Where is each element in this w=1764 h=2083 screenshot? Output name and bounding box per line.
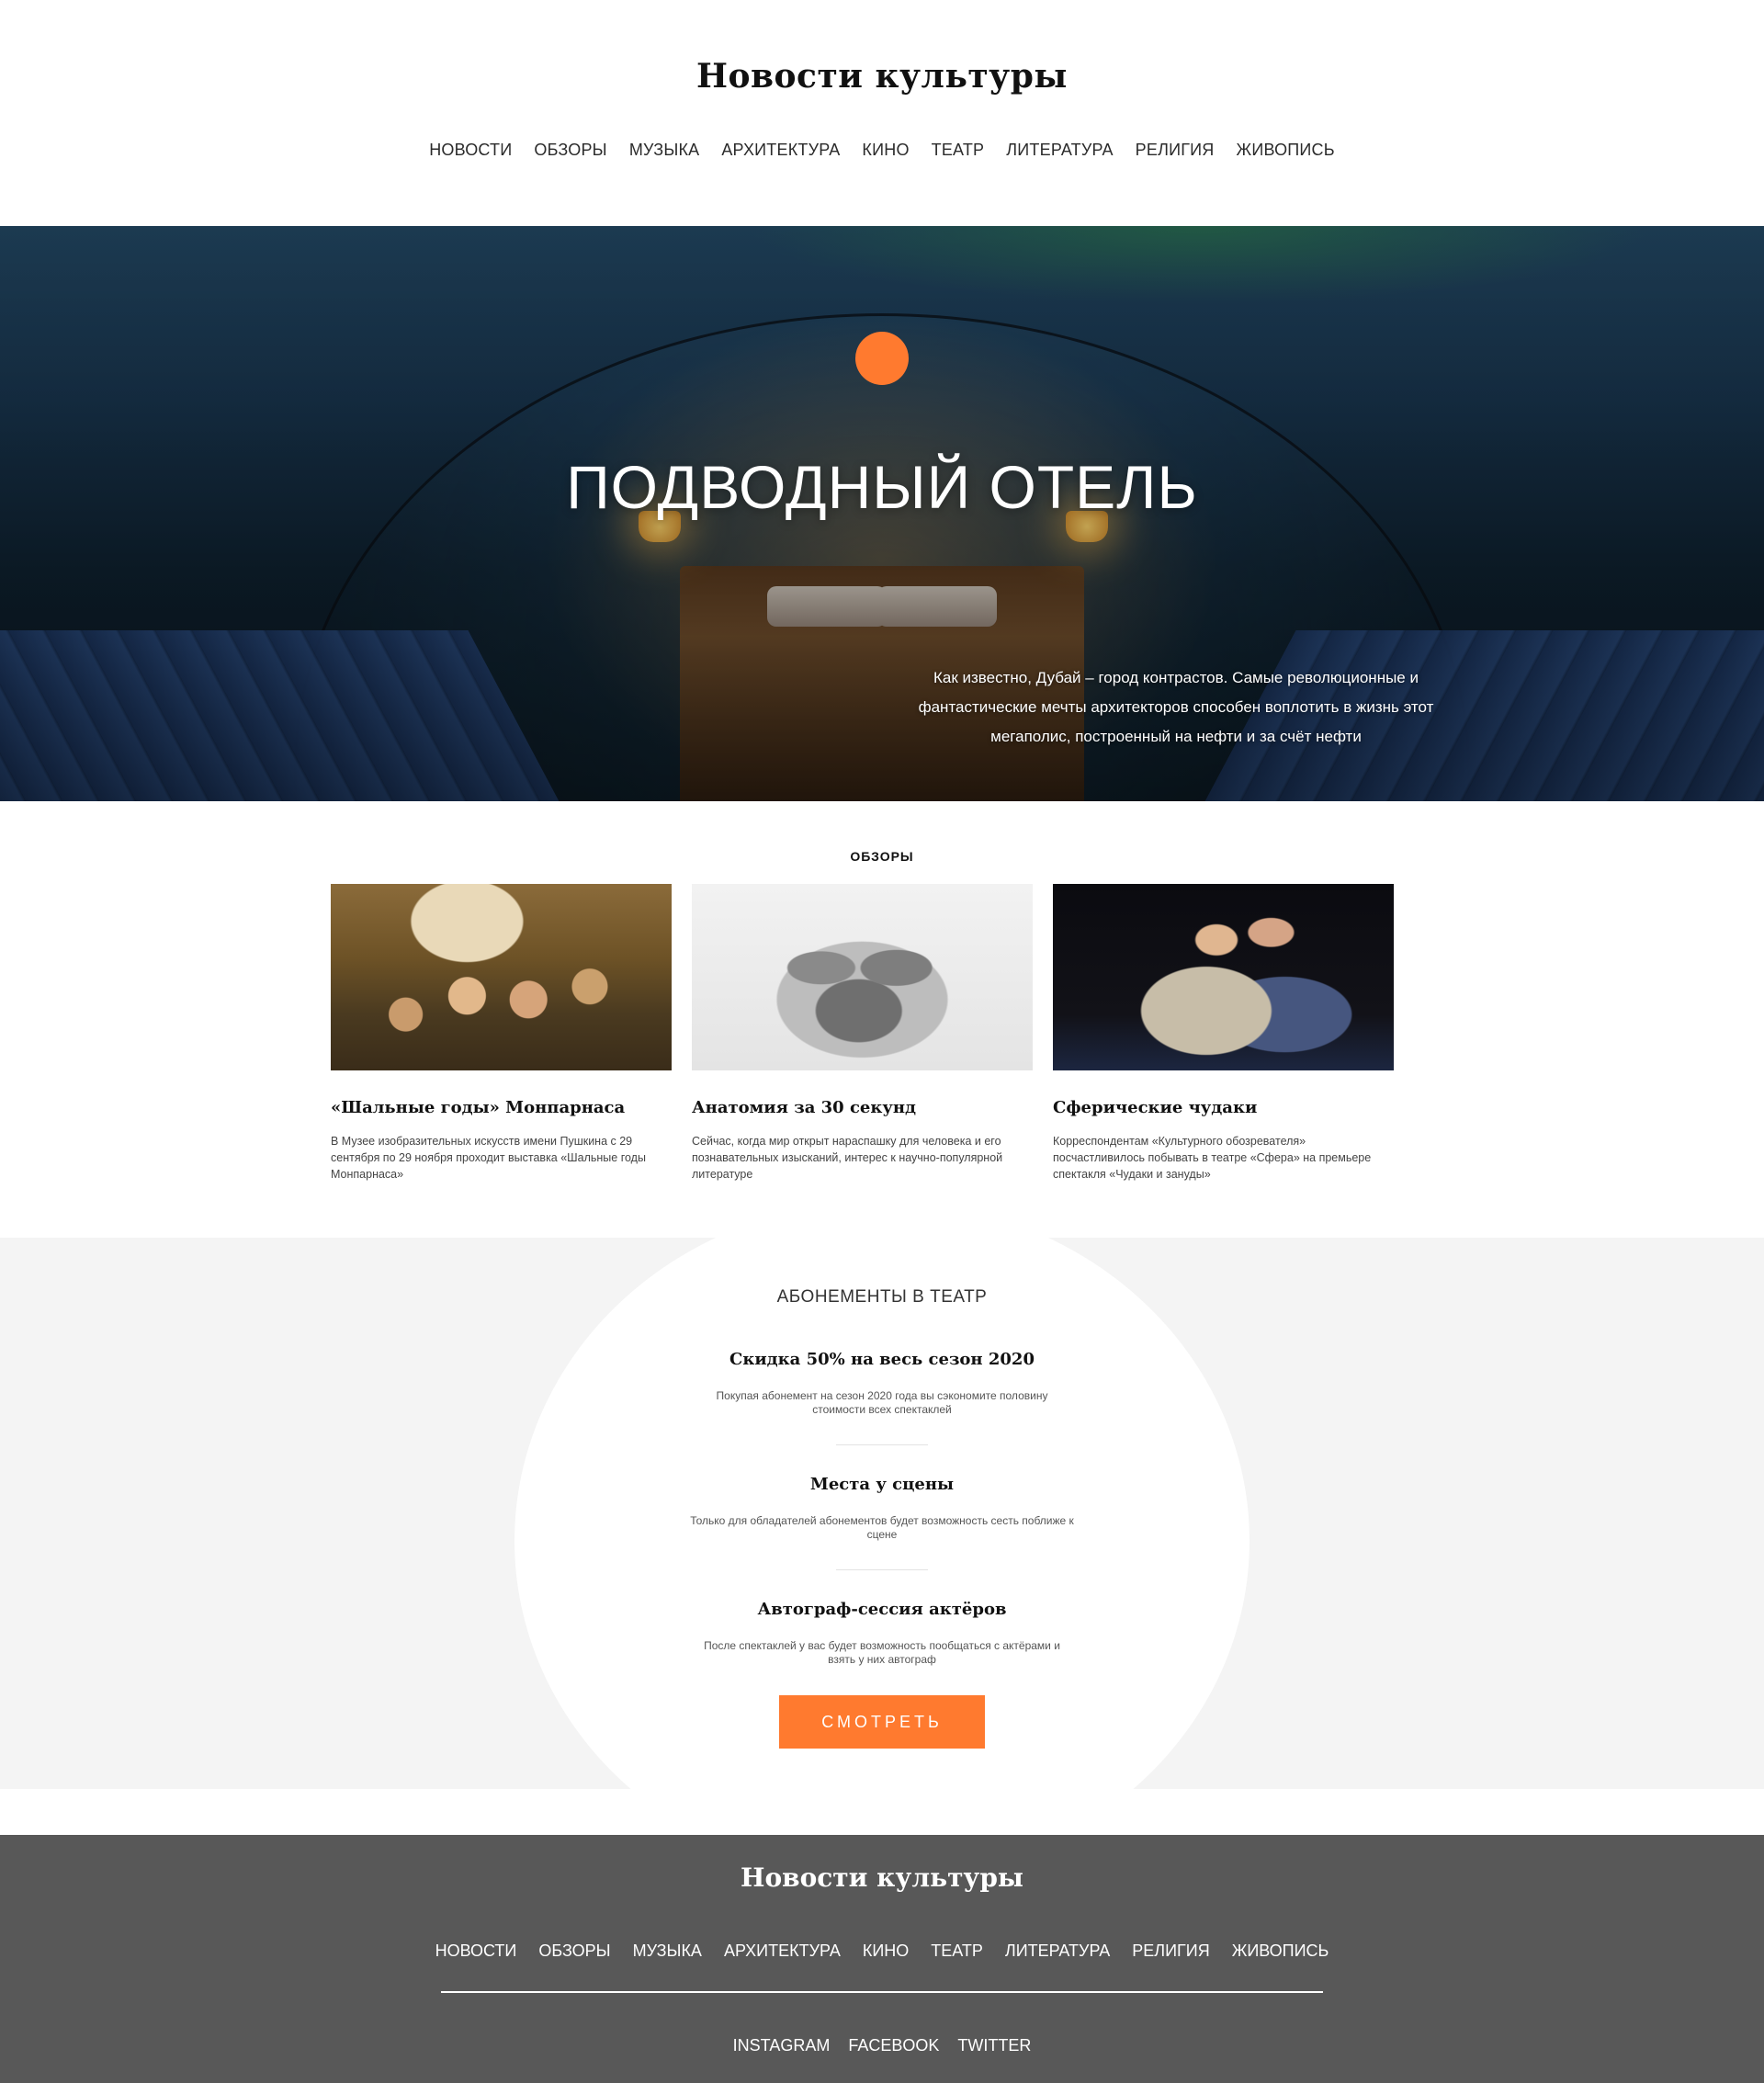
subscriptions-section: АБОНЕМЕНТЫ В ТЕАТР Скидка 50% на весь се… [0, 1238, 1764, 1789]
footer-nav-item-news[interactable]: НОВОСТИ [435, 1941, 517, 1961]
footer-nav: НОВОСТИ ОБЗОРЫ МУЗЫКА АРХИТЕКТУРА КИНО Т… [0, 1941, 1764, 1961]
footer-nav-item-music[interactable]: МУЗЫКА [633, 1941, 702, 1961]
watch-button[interactable]: СМОТРЕТЬ [779, 1695, 985, 1749]
review-card-image[interactable] [1053, 884, 1394, 1070]
facebook-link[interactable]: FACEBOOK [848, 2036, 939, 2055]
hero-title: ПОДВОДНЫЙ ОТЕЛЬ [566, 453, 1198, 521]
site-header: Новости культуры НОВОСТИ ОБЗОРЫ МУЗЫКА А… [0, 0, 1764, 226]
site-footer: Новости культуры НОВОСТИ ОБЗОРЫ МУЗЫКА А… [0, 1835, 1764, 2083]
nav-item-theatre[interactable]: ТЕАТР [932, 141, 985, 160]
subscription-feature: Скидка 50% на весь сезон 2020 Покупая аб… [689, 1350, 1075, 1417]
feature-text: Покупая абонемент на сезон 2020 года вы … [716, 1389, 1048, 1416]
reviews-heading: ОБЗОРЫ [850, 849, 914, 864]
subscription-feature: Места у сцены Только для обладателей або… [689, 1475, 1075, 1542]
feature-divider [836, 1569, 928, 1570]
nav-item-architecture[interactable]: АРХИТЕКТУРА [721, 141, 840, 160]
footer-nav-item-architecture[interactable]: АРХИТЕКТУРА [724, 1941, 841, 1961]
nav-item-news[interactable]: НОВОСТИ [429, 141, 512, 160]
review-card-title[interactable]: Сферические чудаки [1053, 1098, 1394, 1117]
footer-divider [441, 1991, 1323, 1993]
nav-item-religion[interactable]: РЕЛИГИЯ [1136, 141, 1215, 160]
review-card-title[interactable]: Анатомия за 30 секунд [692, 1098, 1033, 1117]
main-nav: НОВОСТИ ОБЗОРЫ МУЗЫКА АРХИТЕКТУРА КИНО Т… [0, 141, 1764, 160]
review-card[interactable]: Анатомия за 30 секунд Сейчас, когда мир … [692, 884, 1033, 1183]
review-card[interactable]: Сферические чудаки Корреспондентам «Куль… [1053, 884, 1394, 1183]
review-card-image[interactable] [331, 884, 672, 1070]
hero-accent-dot [855, 332, 909, 385]
feature-text: После спектаклей у вас будет возможность… [704, 1639, 1060, 1666]
nav-item-music[interactable]: МУЗЫКА [629, 141, 700, 160]
site-logo[interactable]: Новости культуры [0, 57, 1764, 96]
footer-logo[interactable]: Новости культуры [0, 1862, 1764, 1893]
footer-nav-item-religion[interactable]: РЕЛИГИЯ [1132, 1941, 1209, 1961]
subscriptions-heading: АБОНЕМЕНТЫ В ТЕАТР [776, 1287, 988, 1307]
subscription-feature: Автограф-сессия актёров После спектаклей… [689, 1600, 1075, 1667]
social-links: INSTAGRAM FACEBOOK TWITTER [0, 2036, 1764, 2055]
feature-divider [836, 1444, 928, 1445]
review-card-image[interactable] [692, 884, 1033, 1070]
feature-title: Места у сцены [809, 1475, 955, 1494]
nav-item-literature[interactable]: ЛИТЕРАТУРА [1006, 141, 1113, 160]
review-card-text: Корреспондентам «Культурного обозревател… [1053, 1135, 1372, 1181]
nav-item-cinema[interactable]: КИНО [862, 141, 909, 160]
footer-nav-item-painting[interactable]: ЖИВОПИСЬ [1232, 1941, 1329, 1961]
feature-title: Скидка 50% на весь сезон 2020 [729, 1350, 1035, 1369]
hero-banner: ПОДВОДНЫЙ ОТЕЛЬ Как известно, Дубай – го… [0, 226, 1764, 801]
review-card-title[interactable]: «Шальные годы» Монпарнаса [331, 1098, 672, 1117]
review-card-text: В Музее изобразительных искусств имени П… [331, 1135, 646, 1181]
feature-text: Только для обладателей абонементов будет… [690, 1514, 1074, 1541]
twitter-link[interactable]: TWITTER [957, 2036, 1031, 2055]
reviews-section: ОБЗОРЫ «Шальные годы» Монпарнаса В Музее… [0, 801, 1764, 1238]
footer-nav-item-reviews[interactable]: ОБЗОРЫ [538, 1941, 610, 1961]
review-card[interactable]: «Шальные годы» Монпарнаса В Музее изобра… [331, 884, 672, 1183]
nav-item-reviews[interactable]: ОБЗОРЫ [534, 141, 606, 160]
review-cards: «Шальные годы» Монпарнаса В Музее изобра… [331, 884, 1394, 1183]
footer-nav-item-theatre[interactable]: ТЕАТР [931, 1941, 983, 1961]
hero-description: Как известно, Дубай – город контрастов. … [918, 669, 1434, 745]
nav-item-painting[interactable]: ЖИВОПИСЬ [1237, 141, 1335, 160]
instagram-link[interactable]: INSTAGRAM [733, 2036, 831, 2055]
review-card-text: Сейчас, когда мир открыт нараспашку для … [692, 1135, 1003, 1181]
feature-title: Автограф-сессия актёров [757, 1600, 1007, 1619]
footer-nav-item-literature[interactable]: ЛИТЕРАТУРА [1005, 1941, 1110, 1961]
footer-nav-item-cinema[interactable]: КИНО [863, 1941, 909, 1961]
